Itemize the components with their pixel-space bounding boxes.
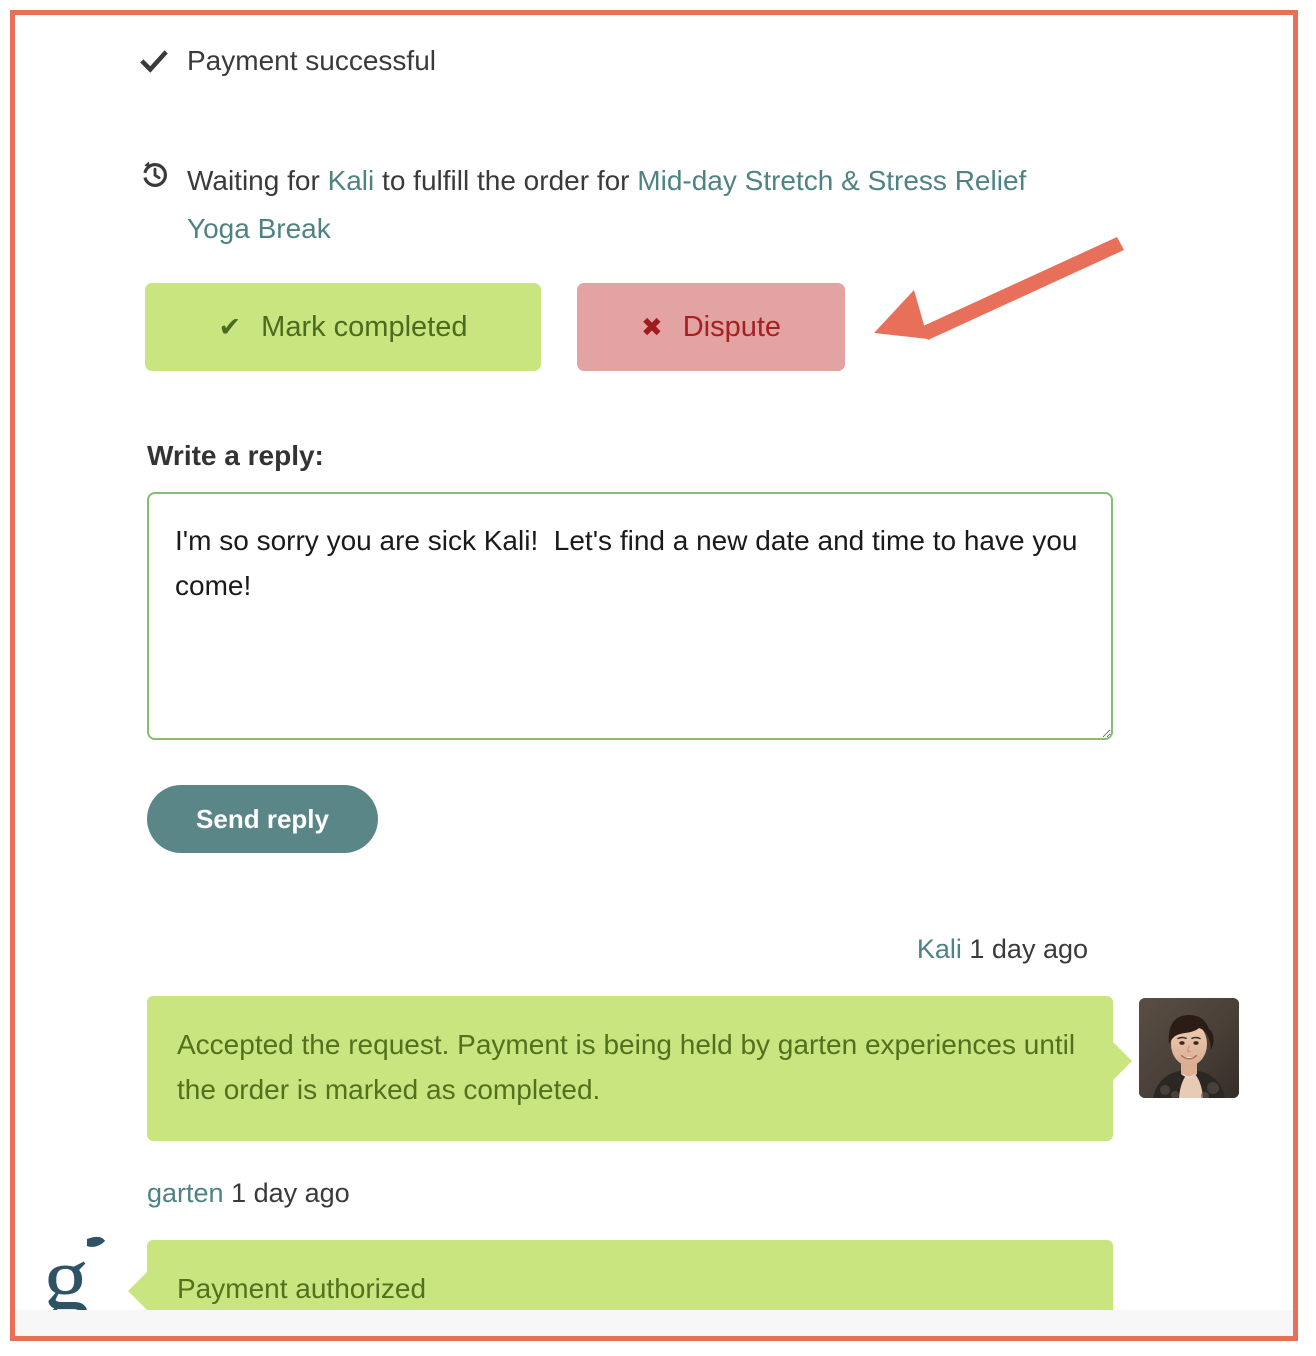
- mark-completed-label: Mark completed: [261, 310, 468, 343]
- message-meta: Kali 1 day ago: [917, 934, 1088, 965]
- check-icon: ✔: [218, 311, 242, 342]
- dispute-label: Dispute: [682, 310, 782, 343]
- send-reply-button[interactable]: Send reply: [147, 785, 378, 853]
- avatar: [1139, 998, 1239, 1098]
- annotation-border: Payment successful Waiting for Kali to f…: [10, 10, 1298, 1341]
- panel-footer-strip: [15, 1310, 1293, 1336]
- status-payment-successful: Payment successful: [139, 45, 436, 77]
- check-icon: [139, 45, 173, 77]
- message-text: Accepted the request. Payment is being h…: [177, 1029, 1076, 1106]
- message-timestamp: 1 day ago: [231, 1178, 350, 1208]
- waiting-actor-link[interactable]: Kali: [328, 165, 375, 196]
- waiting-middle: to fulfill the order for: [374, 165, 638, 196]
- message-meta: garten 1 day ago: [147, 1178, 350, 1209]
- screenshot-root: Payment successful Waiting for Kali to f…: [0, 0, 1316, 1356]
- waiting-prefix: Waiting for: [187, 165, 328, 196]
- history-clock-icon: [139, 157, 173, 191]
- order-action-row: ✔ Mark completed ✖ Dispute: [145, 283, 845, 371]
- cross-icon: ✖: [640, 312, 663, 342]
- bubble-tail-icon: [128, 1272, 147, 1310]
- message-text: Payment authorized: [177, 1273, 427, 1304]
- mark-completed-button[interactable]: ✔ Mark completed: [145, 283, 541, 371]
- status-payment-label: Payment successful: [187, 45, 436, 76]
- bubble-tail-icon: [1113, 1042, 1132, 1080]
- order-conversation-panel: Payment successful Waiting for Kali to f…: [15, 15, 1293, 1336]
- message-timestamp: 1 day ago: [969, 934, 1088, 964]
- write-reply-label: Write a reply:: [147, 440, 324, 471]
- status-waiting-fulfillment: Waiting for Kali to fulfill the order fo…: [139, 157, 1029, 253]
- dispute-button[interactable]: ✖ Dispute: [577, 283, 845, 371]
- reply-textarea[interactable]: [147, 492, 1113, 740]
- message-bubble-inbound: Accepted the request. Payment is being h…: [147, 996, 1132, 1141]
- message-author-link[interactable]: Kali: [917, 934, 962, 964]
- status-waiting-text: Waiting for Kali to fulfill the order fo…: [187, 157, 1029, 253]
- message-author-link[interactable]: garten: [147, 1178, 224, 1208]
